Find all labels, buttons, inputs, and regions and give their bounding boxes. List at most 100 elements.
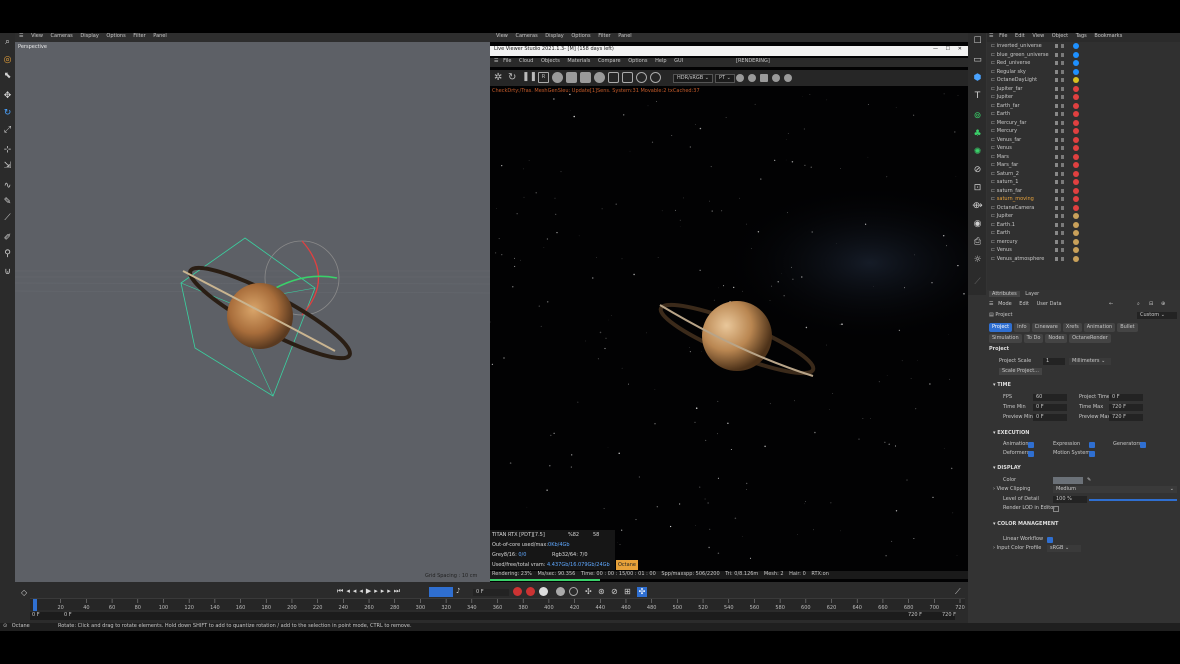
tab-layer[interactable]: Layer	[1025, 291, 1039, 297]
color-mode-select[interactable]: HDR/sRGB ⌄	[673, 74, 713, 83]
lv-menu-file[interactable]: File	[503, 58, 511, 64]
kernel-select[interactable]: PT ⌄	[715, 74, 735, 83]
visibility-toggle[interactable]	[1055, 137, 1058, 142]
scene-icon[interactable]: ⟴	[972, 201, 983, 212]
camera2-icon[interactable]: ⎙	[972, 237, 983, 248]
material-tag-icon[interactable]	[1073, 170, 1079, 177]
lock-icon[interactable]: ⊟	[1149, 301, 1153, 308]
preview-max-input[interactable]: 720 F	[1109, 414, 1143, 421]
material-tag-icon[interactable]	[1073, 238, 1079, 245]
render-toggle[interactable]	[1061, 239, 1064, 244]
om-menu-file[interactable]: File	[999, 33, 1007, 39]
camera-object-icon[interactable]: ▭	[972, 55, 983, 66]
key-rotation-icon[interactable]	[569, 587, 578, 596]
object-row[interactable]: ⊏ inverted_universe	[987, 42, 1180, 51]
object-row[interactable]: ⊏ Jupiter	[987, 212, 1180, 221]
execution-section[interactable]: ▾ EXECUTION	[993, 430, 1029, 437]
lv-outer-panel[interactable]: Panel	[618, 33, 632, 39]
render-toggle[interactable]	[1061, 205, 1064, 210]
visibility-toggle[interactable]	[1055, 171, 1058, 176]
visibility-toggle[interactable]	[1055, 248, 1058, 252]
curve-icon[interactable]: ⟋	[955, 587, 961, 597]
object-row[interactable]: ⊏ mercury	[987, 238, 1180, 247]
material-tag-icon[interactable]	[1073, 51, 1079, 58]
key-position-icon[interactable]	[556, 587, 565, 596]
render-toggle[interactable]	[1061, 112, 1064, 116]
render-toggle[interactable]	[1061, 86, 1064, 91]
lv-menu-gui[interactable]: GUI	[674, 58, 683, 64]
om-menu-view[interactable]: View	[1032, 33, 1044, 39]
snapshot-icon[interactable]	[772, 74, 780, 82]
material-tag-icon[interactable]	[1073, 247, 1079, 253]
pen-icon[interactable]: ✎	[2, 197, 13, 208]
loop-toggle[interactable]	[429, 587, 453, 597]
material-tag-icon[interactable]	[1073, 204, 1079, 211]
render-toggle[interactable]	[1061, 129, 1064, 133]
time-section[interactable]: ▾ TIME	[993, 382, 1011, 389]
visibility-toggle[interactable]	[1055, 86, 1058, 91]
object-row[interactable]: ⊏ Saturn_2	[987, 170, 1180, 179]
generator-icon[interactable]: ⊚	[972, 111, 983, 122]
subtab-project[interactable]: Project	[989, 323, 1013, 332]
object-row[interactable]: ⊏ OctaneDayLight	[987, 76, 1180, 85]
pick-focus-icon[interactable]	[608, 72, 619, 83]
sun-icon[interactable]: ☼	[972, 255, 983, 266]
cloner-icon[interactable]: ♣	[972, 129, 983, 140]
visibility-toggle[interactable]	[1055, 103, 1058, 108]
sound-icon[interactable]: ♪	[456, 587, 460, 595]
region-render-icon[interactable]: R	[538, 72, 549, 83]
material-tag-icon[interactable]	[1073, 187, 1079, 194]
lv-menu-help[interactable]: Help	[655, 58, 666, 64]
render-toggle[interactable]	[1061, 44, 1064, 48]
view-clipping-select[interactable]: Medium ⌄	[1053, 486, 1177, 493]
key-point-icon[interactable]: ⊞	[624, 587, 631, 596]
select-tool-icon[interactable]: ⬉	[2, 71, 13, 82]
object-row[interactable]: ⊏ Regular sky	[987, 68, 1180, 77]
hamburger-icon[interactable]: ☰	[19, 33, 23, 39]
render-toggle[interactable]	[1061, 95, 1064, 99]
visibility-toggle[interactable]	[1055, 69, 1058, 74]
prev-key-icon[interactable]: ◂◂	[346, 587, 359, 595]
object-row[interactable]: ⊏ Jupiter	[987, 93, 1180, 102]
subtab-info[interactable]: Info	[1014, 323, 1030, 332]
material-tag-icon[interactable]	[1073, 145, 1079, 151]
subtab-animation[interactable]: Animation	[1083, 323, 1116, 332]
visibility-toggle[interactable]	[1055, 205, 1058, 210]
visibility-toggle[interactable]	[1055, 180, 1058, 184]
move-icon[interactable]: ✥	[2, 91, 13, 102]
next-key-icon[interactable]: ▸▸	[381, 587, 394, 595]
subtab-simulation[interactable]: Simulation	[989, 334, 1022, 343]
search-icon[interactable]: ⌕	[2, 37, 13, 48]
visibility-toggle[interactable]	[1055, 188, 1058, 193]
fps-input[interactable]: 60	[1033, 394, 1067, 401]
material-tag-icon[interactable]	[1073, 221, 1079, 228]
render-toggle[interactable]	[1061, 256, 1064, 261]
deformer-icon[interactable]: ✺	[972, 147, 983, 158]
om-menu-object[interactable]: Object	[1052, 33, 1068, 39]
material-tag-icon[interactable]	[1073, 255, 1079, 262]
subtab-cineware[interactable]: Cineware	[1031, 323, 1061, 332]
generators-checkbox[interactable]	[1140, 442, 1146, 448]
visibility-toggle[interactable]	[1055, 44, 1058, 48]
saturn-model[interactable]	[227, 283, 293, 349]
deformers-checkbox[interactable]	[1028, 451, 1034, 457]
object-row[interactable]: ⊏ blue_green_universe	[987, 51, 1180, 60]
hamburger-icon[interactable]: ☰	[494, 58, 498, 64]
object-row[interactable]: ⊏ Earth_far	[987, 102, 1180, 111]
render-toggle[interactable]	[1061, 188, 1064, 193]
visibility-toggle[interactable]	[1055, 120, 1058, 125]
material-tag-icon[interactable]	[1073, 119, 1079, 126]
material-tag-icon[interactable]	[1073, 77, 1079, 83]
animation-checkbox[interactable]	[1028, 442, 1034, 448]
object-row[interactable]: ⊏ Red_universe	[987, 59, 1180, 68]
compare-icon[interactable]	[784, 74, 792, 82]
visibility-toggle[interactable]	[1055, 129, 1058, 133]
color-swatch[interactable]	[1053, 477, 1083, 484]
material-tag-icon[interactable]	[1073, 85, 1079, 92]
lv-outer-options[interactable]: Options	[571, 33, 590, 39]
render-toggle[interactable]	[1061, 154, 1064, 159]
visibility-toggle[interactable]	[1055, 239, 1058, 244]
brush-icon[interactable]: ✐	[2, 233, 13, 244]
visibility-toggle[interactable]	[1055, 222, 1058, 227]
vp-menu-filter[interactable]: Filter	[133, 33, 145, 39]
